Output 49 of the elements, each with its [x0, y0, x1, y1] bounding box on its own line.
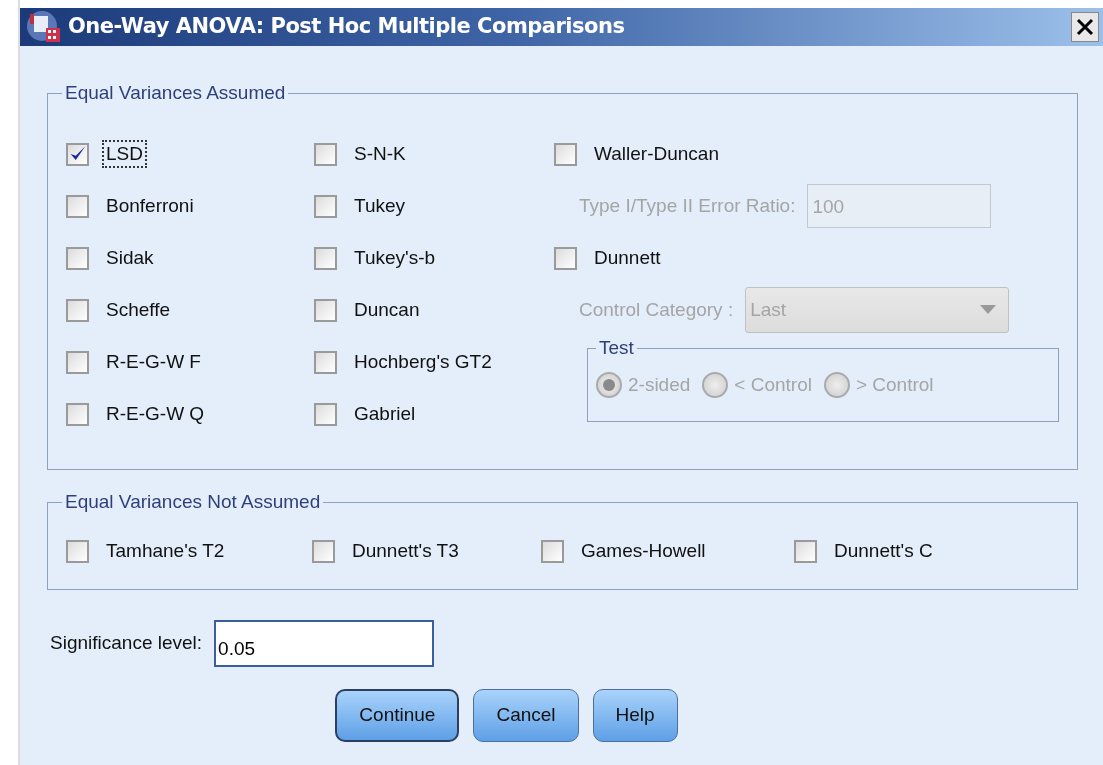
checkbox[interactable]: [66, 402, 89, 426]
checkbox[interactable]: [314, 194, 337, 218]
checkbox[interactable]: [554, 246, 577, 270]
checkbox[interactable]: [66, 246, 89, 270]
field-label: Significance level:: [50, 631, 203, 656]
checkbox[interactable]: [66, 194, 89, 218]
field-label: Control Category :: [579, 297, 734, 322]
app-icon: [26, 10, 62, 44]
checkbox[interactable]: [312, 539, 335, 563]
dialog-button[interactable]: Help: [592, 689, 678, 742]
checkbox-label[interactable]: Duncan: [352, 298, 422, 322]
field-label: Type I/Type II Error Ratio:: [579, 193, 796, 218]
checkbox[interactable]: [541, 539, 564, 563]
checkbox-label[interactable]: Sidak: [104, 246, 156, 270]
checkbox-label[interactable]: R-E-G-W F: [104, 350, 203, 374]
caret-icon: [980, 305, 997, 315]
checkbox-label[interactable]: LSD: [104, 142, 145, 166]
checkbox-label[interactable]: Gabriel: [352, 402, 418, 426]
close-button[interactable]: [1071, 12, 1099, 42]
checkbox-label[interactable]: Dunnett: [592, 246, 663, 270]
dialog-button[interactable]: Cancel: [473, 689, 579, 742]
checkbox-label[interactable]: Waller-Duncan: [592, 142, 721, 166]
checkbox-label[interactable]: Tamhane's T2: [104, 539, 227, 563]
dialog-button[interactable]: Continue: [335, 689, 460, 742]
checkbox-label[interactable]: Scheffe: [104, 298, 173, 322]
checkbox-label[interactable]: Tukey's-b: [352, 246, 438, 270]
checkbox[interactable]: [314, 402, 337, 426]
checkbox[interactable]: [66, 539, 89, 563]
window-title: One-Way ANOVA: Post Hoc Multiple Comparisons: [68, 13, 625, 41]
checkbox[interactable]: [314, 298, 337, 322]
text-field[interactable]: 0.05: [214, 620, 435, 667]
checkbox[interactable]: [314, 142, 337, 166]
checkbox[interactable]: [66, 142, 89, 166]
checkbox-label[interactable]: Dunnett's C: [832, 539, 935, 563]
checkbox[interactable]: [66, 350, 89, 374]
checkbox-label[interactable]: Dunnett's T3: [350, 539, 461, 563]
checkbox-label[interactable]: Hochberg's GT2: [352, 350, 494, 374]
checkbox-label[interactable]: Tukey: [352, 194, 408, 218]
close-icon: [1076, 18, 1094, 36]
checkbox-label[interactable]: S-N-K: [352, 142, 408, 166]
checkbox[interactable]: [794, 539, 817, 563]
checkbox-label[interactable]: Bonferroni: [104, 194, 196, 218]
radio-dot: [603, 379, 615, 391]
checkbox-label[interactable]: Games-Howell: [579, 539, 708, 563]
checkbox[interactable]: [314, 350, 337, 374]
checkbox[interactable]: [554, 142, 577, 166]
checkbox[interactable]: [66, 298, 89, 322]
checkbox-label[interactable]: R-E-G-W Q: [104, 402, 207, 426]
checkbox[interactable]: [314, 246, 337, 270]
